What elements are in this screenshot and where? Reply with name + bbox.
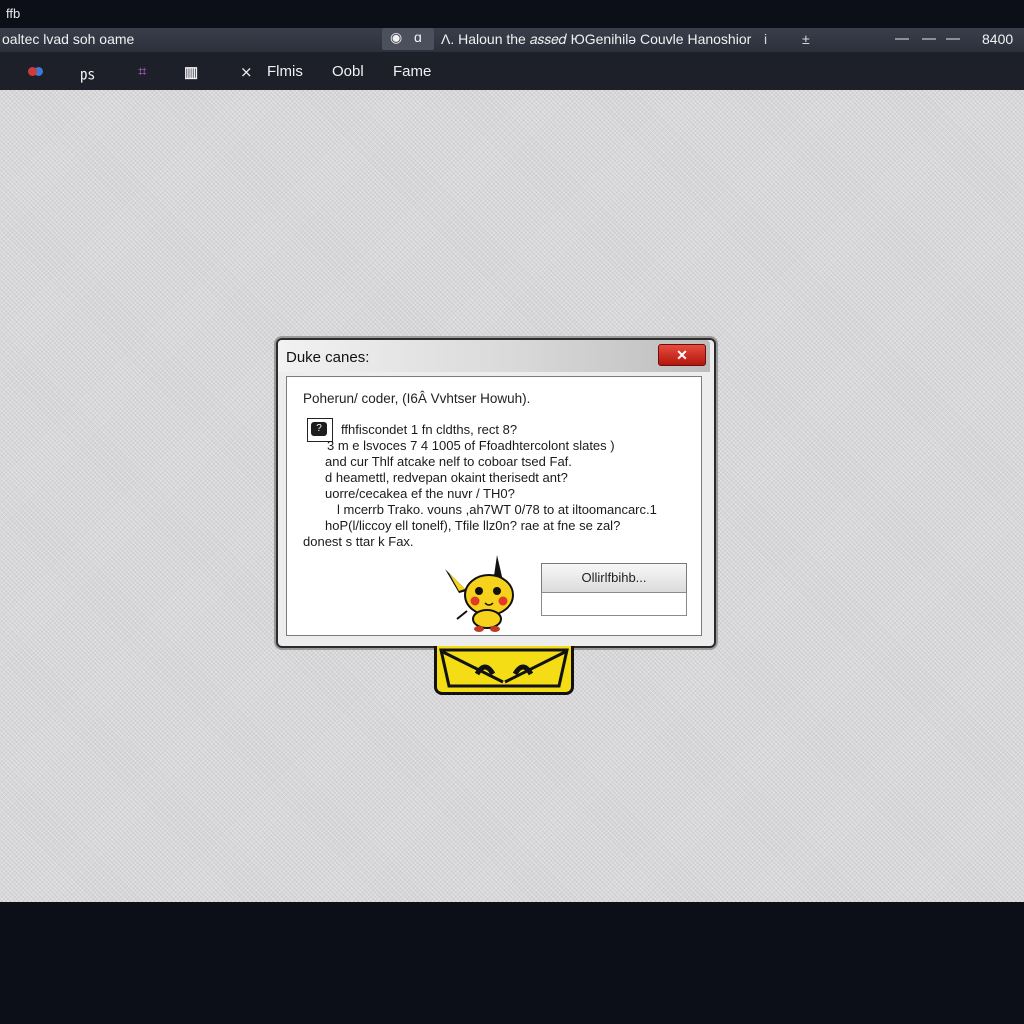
yellow-face-plate	[434, 646, 574, 695]
minimize-icon[interactable]	[895, 38, 909, 40]
window-title: oaltec lvad soh oame	[2, 31, 135, 47]
eye-icon[interactable]: ◉	[390, 29, 402, 46]
app-logo-icon[interactable]	[28, 67, 37, 76]
question-glyph: ?	[311, 422, 327, 436]
close-button[interactable]: ✕	[658, 344, 706, 366]
message-line: donest s ttar k Fax.	[303, 534, 414, 549]
window-control-icon[interactable]	[946, 38, 960, 40]
search-icon[interactable]: ɑ	[414, 29, 422, 45]
mascot-icon	[445, 555, 514, 632]
menu-frame[interactable]: Fame	[393, 63, 431, 80]
message-line: l mcerrb Trako. vouns ,ah7WT 0/78 to at …	[337, 502, 657, 517]
restore-icon[interactable]	[922, 38, 936, 40]
grid-icon[interactable]: ⌗	[138, 63, 146, 80]
window-title-bar: oaltec lvad soh oame ◉ ɑ Ʌ. Haloun the 𝑎…	[0, 28, 1024, 52]
secondary-input[interactable]	[541, 592, 687, 616]
message-line: uorre/cecakea ef the nuvr / TH0?	[325, 486, 515, 501]
dialog-body: Poherun/ coder, (I6Â Vvhtser Howuh). ? f…	[286, 376, 702, 636]
dialog-title: Duke canes:	[286, 349, 370, 366]
corner-label: ffb	[6, 6, 21, 21]
dialog-headline: Poherun/ coder, (I6Â Vvhtser Howuh).	[303, 391, 531, 406]
dialog-title-bar[interactable]: Duke canes:	[278, 340, 710, 372]
columns-icon[interactable]: ▥	[184, 63, 198, 81]
message-line: and cur Thlf atcake nelf to coboar tsed …	[325, 454, 572, 469]
desktop-screen: ffb oaltec lvad soh oame ◉ ɑ Ʌ. Haloun t…	[0, 0, 1024, 1024]
address-text[interactable]: Ʌ. Haloun the 𝑎𝑠𝑠𝑒𝑑 ЮGenihilǝ Couvle Han…	[441, 31, 751, 48]
message-line: d heamettl, redvepan okaint therisedt an…	[325, 470, 568, 485]
menu-files[interactable]: Flmis	[267, 63, 303, 80]
alert-dialog: Duke canes: ✕ Poherun/ coder, (I6Â Vvhts…	[276, 338, 716, 648]
app-toolbar: ㎰ ⌗ ▥ ⨯ Flmis Oobl Fame	[0, 52, 1024, 90]
status-indicator-2: ±	[802, 31, 810, 47]
status-indicator: i	[764, 31, 768, 47]
menu-tools[interactable]: Oobl	[332, 63, 364, 80]
message-line: ffhfiscondet 1 fn cldths, rect 8?	[341, 422, 518, 437]
message-line: 3 m e lsvoces 7 4 1005 of Ffoadhtercolon…	[327, 438, 615, 453]
toolbar-item-1[interactable]: ㎰	[80, 63, 95, 84]
message-line: hoP(l/liccoy ell tonelf), Tfile llz0n? r…	[325, 518, 621, 533]
primary-button[interactable]: Ollirlfbihb...	[541, 563, 687, 593]
counter-readout: 8400	[982, 31, 1014, 47]
top-status-strip: ffb	[0, 0, 1024, 28]
view-toggle-group[interactable]: ◉ ɑ	[382, 28, 434, 50]
close-tab-icon[interactable]: ⨯	[240, 63, 253, 81]
face-icon	[439, 648, 569, 688]
